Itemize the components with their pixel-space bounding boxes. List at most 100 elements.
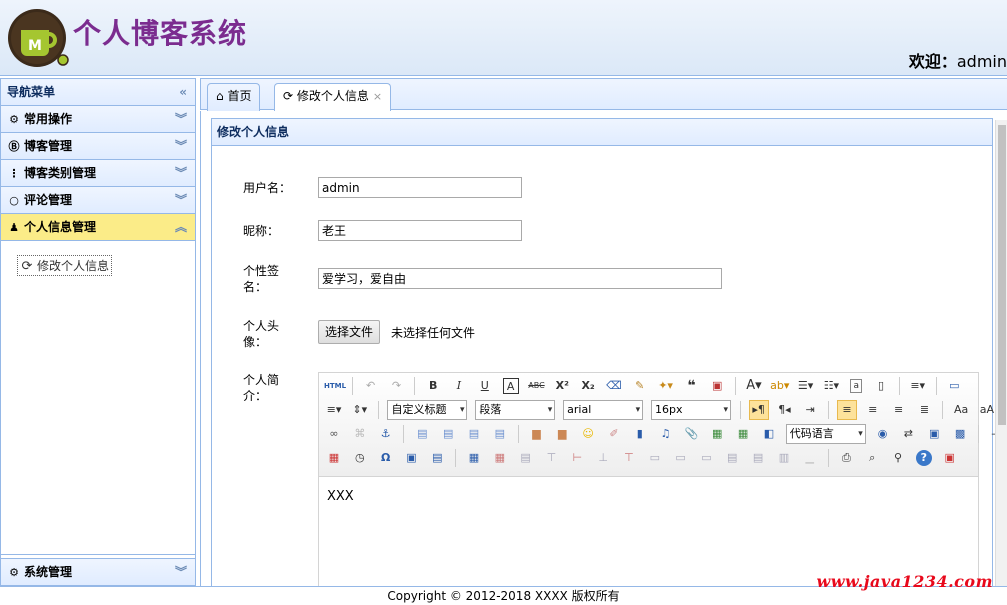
align-center-icon[interactable]: ≡ bbox=[863, 400, 883, 420]
background-icon[interactable]: ▣ bbox=[924, 424, 944, 444]
close-icon[interactable]: × bbox=[373, 90, 382, 103]
align-left-icon[interactable]: ≡ bbox=[836, 400, 857, 420]
html-source-button[interactable]: HTML bbox=[324, 376, 346, 396]
sub-item-edit-profile[interactable]: ⟳ 修改个人信息 bbox=[17, 255, 113, 276]
split-cells-icon[interactable]: ▤ bbox=[722, 448, 742, 468]
font-border-icon[interactable]: A bbox=[502, 378, 519, 394]
web-app-icon[interactable]: ◉ bbox=[873, 424, 893, 444]
search-replace-icon[interactable]: ⚲ bbox=[888, 448, 908, 468]
undo-icon[interactable]: ↶ bbox=[361, 376, 381, 396]
superscript-icon[interactable]: X² bbox=[552, 376, 572, 396]
tab-home[interactable]: ⌂ 首页 bbox=[207, 83, 261, 111]
word-image-icon[interactable]: ▤ bbox=[427, 448, 447, 468]
simple-upload-icon[interactable]: ▆ bbox=[526, 424, 546, 444]
font-family-select[interactable]: arial bbox=[563, 400, 644, 420]
expand-icon[interactable]: ︾ bbox=[175, 160, 187, 186]
eraser-icon[interactable]: ⌫ bbox=[604, 376, 624, 396]
image-none-icon[interactable]: ▤ bbox=[412, 424, 432, 444]
collapse-icon[interactable]: ︽ bbox=[175, 214, 187, 240]
map-icon[interactable]: ▦ bbox=[707, 424, 727, 444]
to-uppercase-icon[interactable]: aA bbox=[977, 400, 997, 420]
time-icon[interactable]: ◷ bbox=[350, 448, 370, 468]
image-right-icon[interactable]: ▤ bbox=[464, 424, 484, 444]
insert-col-icon[interactable]: ⊥ bbox=[593, 448, 613, 468]
paste-text-icon[interactable]: ▣ bbox=[707, 376, 727, 396]
gmap-icon[interactable]: ▦ bbox=[733, 424, 753, 444]
expand-icon[interactable]: ︾ bbox=[175, 106, 187, 132]
attachment-icon[interactable]: 📎 bbox=[681, 424, 701, 444]
italic-icon[interactable]: I bbox=[449, 376, 469, 396]
sidebar-item-profile[interactable]: ♟ 个人信息管理 ︽ bbox=[1, 214, 195, 241]
bold-icon[interactable]: B bbox=[423, 376, 443, 396]
merge-down-icon[interactable]: ▭ bbox=[696, 448, 716, 468]
chart-icon[interactable]: ▁ bbox=[800, 448, 820, 468]
indent-icon[interactable]: ⇥ bbox=[800, 400, 820, 420]
line-height-icon[interactable]: ⇕▾ bbox=[350, 400, 370, 420]
username-field[interactable] bbox=[318, 177, 522, 198]
scrawl-icon[interactable]: ✐ bbox=[604, 424, 624, 444]
editor-content-area[interactable]: XXX bbox=[319, 477, 978, 516]
date-icon[interactable]: ▦ bbox=[324, 448, 344, 468]
paragraph-select[interactable]: 段落 bbox=[475, 400, 556, 420]
sidebar-item-comment[interactable]: ○ 评论管理 ︾ bbox=[1, 187, 195, 214]
page-break-icon[interactable]: ⇄ bbox=[898, 424, 918, 444]
to-lowercase-icon[interactable]: Aa bbox=[951, 400, 971, 420]
background-color-icon[interactable]: ab▾ bbox=[770, 376, 790, 396]
nickname-field[interactable] bbox=[318, 220, 522, 241]
print-icon[interactable]: ⎙ bbox=[836, 448, 856, 468]
split-rows-icon[interactable]: ▤ bbox=[748, 448, 768, 468]
scrollbar-thumb[interactable] bbox=[998, 125, 1006, 425]
signature-field[interactable] bbox=[318, 268, 722, 289]
align-justify-icon[interactable]: ≣ bbox=[914, 400, 934, 420]
split-cols-icon[interactable]: ▥ bbox=[774, 448, 794, 468]
subscript-icon[interactable]: X₂ bbox=[578, 376, 598, 396]
link-icon[interactable]: ∞ bbox=[324, 424, 344, 444]
template-icon[interactable]: ▩ bbox=[950, 424, 970, 444]
expand-icon[interactable]: ︾ bbox=[175, 559, 187, 585]
expand-icon[interactable]: ︾ bbox=[175, 187, 187, 213]
anchor-icon[interactable]: ⚓ bbox=[376, 424, 396, 444]
collapse-left-icon[interactable]: « bbox=[179, 79, 187, 106]
underline-icon[interactable]: U bbox=[475, 376, 495, 396]
code-language-select[interactable]: 代码语言 bbox=[785, 424, 866, 444]
tab-edit-profile[interactable]: ⟳ 修改个人信息 × bbox=[274, 83, 392, 112]
merge-cells-icon[interactable]: ▭ bbox=[645, 448, 665, 468]
font-size-select[interactable]: 16px bbox=[650, 400, 731, 420]
align-right-icon[interactable]: ≡ bbox=[889, 400, 909, 420]
rtl-direction-icon[interactable]: ¶◂ bbox=[774, 400, 794, 420]
row-spacing-top-icon[interactable]: ≡▾ bbox=[908, 376, 928, 396]
ltr-direction-icon[interactable]: ▸¶ bbox=[748, 400, 769, 420]
preview-icon[interactable]: ▭ bbox=[944, 376, 964, 396]
custom-heading-select[interactable]: 自定义标题 bbox=[387, 400, 468, 420]
delete-table-icon[interactable]: ▦ bbox=[490, 448, 510, 468]
ordered-list-icon[interactable]: ☰▾ bbox=[796, 376, 816, 396]
help-icon[interactable]: ? bbox=[915, 450, 932, 466]
strikethrough-icon[interactable]: ABC bbox=[526, 376, 546, 396]
music-icon[interactable]: ♫ bbox=[656, 424, 676, 444]
insert-paragraph-icon[interactable]: ▤ bbox=[516, 448, 536, 468]
delete-col-icon[interactable]: ⊤ bbox=[619, 448, 639, 468]
insert-table-icon[interactable]: ▦ bbox=[464, 448, 484, 468]
select-all-icon[interactable]: a bbox=[850, 379, 863, 393]
insert-video-icon[interactable]: ▮ bbox=[630, 424, 650, 444]
main-scrollbar[interactable] bbox=[995, 120, 1007, 586]
sidebar-item-system[interactable]: ⚙ 系统管理 ︾ bbox=[1, 558, 195, 585]
merge-right-icon[interactable]: ▭ bbox=[671, 448, 691, 468]
image-left-icon[interactable]: ▤ bbox=[438, 424, 458, 444]
insert-row-icon[interactable]: ⊤ bbox=[541, 448, 561, 468]
insert-image-icon[interactable]: ▆ bbox=[552, 424, 572, 444]
clear-doc-icon[interactable]: ▯ bbox=[871, 376, 891, 396]
blockquote-icon[interactable]: ❝ bbox=[681, 376, 701, 396]
emotion-icon[interactable]: ☺ bbox=[578, 424, 598, 444]
sidebar-item-blog[interactable]: Ⓑ 博客管理 ︾ bbox=[1, 133, 195, 160]
font-color-icon[interactable]: A▾ bbox=[744, 376, 764, 396]
format-brush-icon[interactable]: ✎ bbox=[630, 376, 650, 396]
unordered-list-icon[interactable]: ☷▾ bbox=[821, 376, 841, 396]
sidebar-item-common[interactable]: ⚙ 常用操作 ︾ bbox=[1, 106, 195, 133]
special-chars-icon[interactable]: Ω bbox=[376, 448, 396, 468]
expand-icon[interactable]: ︾ bbox=[175, 133, 187, 159]
unlink-icon[interactable]: ⌘ bbox=[350, 424, 370, 444]
image-center-icon[interactable]: ▤ bbox=[490, 424, 510, 444]
row-spacing-icon[interactable]: ≡▾ bbox=[324, 400, 344, 420]
insert-frame-icon[interactable]: ◧ bbox=[759, 424, 779, 444]
